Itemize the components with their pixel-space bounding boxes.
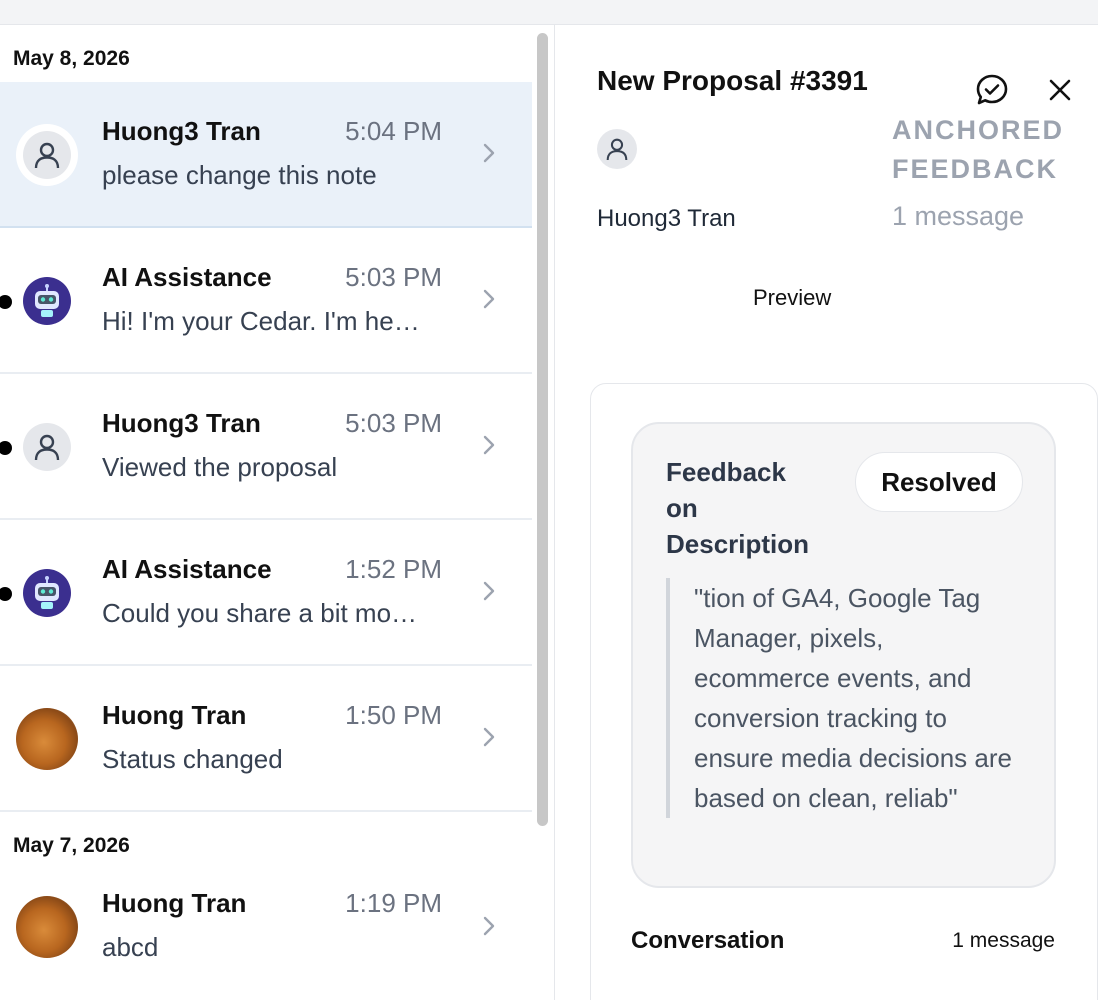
conversation-time: 1:19 PM <box>345 888 442 918</box>
date-header: May 8, 2026 <box>13 47 130 70</box>
conversation-name: Huong Tran <box>102 700 247 730</box>
chevron-right-icon <box>483 581 495 601</box>
user-avatar <box>23 423 71 471</box>
preview-link[interactable]: Preview <box>753 285 831 311</box>
close-button[interactable] <box>1040 70 1080 110</box>
chevron-right-icon <box>483 289 495 309</box>
robot-icon <box>35 284 59 317</box>
conversation-row[interactable]: Huong Tran 1:50 PM Status changed <box>0 666 532 812</box>
conversation-count: 1 message <box>952 929 1055 952</box>
ai-avatar <box>23 277 71 325</box>
feedback-detail-panel: New Proposal #3391 Huong3 Tran ANCHORED … <box>555 25 1098 1000</box>
conversation-time: 5:03 PM <box>345 262 442 292</box>
conversation-time: 1:50 PM <box>345 700 442 730</box>
unread-dot <box>0 295 12 309</box>
conversation-preview: please change this note <box>102 160 377 190</box>
user-icon <box>606 138 628 161</box>
conversation-name: Huong3 Tran <box>102 408 261 438</box>
author-name: Huong3 Tran <box>597 205 736 232</box>
unread-dot <box>0 441 12 455</box>
feedback-box: Feedback on Description Resolved "tion o… <box>631 422 1056 888</box>
chat-check-icon <box>976 74 1008 105</box>
conversation-name: Huong3 Tran <box>102 116 261 146</box>
anchored-quote: "tion of GA4, Google Tag Manager, pixels… <box>666 578 1026 818</box>
chevron-right-icon <box>483 916 495 936</box>
conversation-preview: abcd <box>102 932 159 962</box>
conversation-list: May 8, 2026 Huong3 Tran 5:04 PM please c… <box>0 25 532 1000</box>
anchored-feedback-label: ANCHORED FEEDBACK <box>892 115 1065 184</box>
conversation-row[interactable]: AI Assistance 1:52 PM Could you share a … <box>0 520 532 666</box>
conversation-time: 5:03 PM <box>345 408 442 438</box>
resolved-status-badge[interactable]: Resolved <box>855 452 1023 512</box>
user-avatar <box>23 131 71 179</box>
chevron-right-icon <box>483 727 495 747</box>
feedback-title: Feedback on Description <box>666 457 810 559</box>
top-bar <box>0 0 1098 25</box>
conversation-name: AI Assistance <box>102 262 272 292</box>
conversation-time: 1:52 PM <box>345 554 442 584</box>
conversation-name: Huong Tran <box>102 888 247 918</box>
chevron-right-icon <box>483 435 495 455</box>
unread-dot <box>0 587 12 601</box>
message-count: 1 message <box>892 201 1025 231</box>
close-icon <box>1049 79 1071 101</box>
user-icon <box>34 142 60 169</box>
photo-avatar <box>16 708 78 770</box>
conversation-row[interactable]: Huong3 Tran 5:03 PM Viewed the proposal <box>0 374 532 520</box>
proposal-title: New Proposal #3391 <box>597 65 868 96</box>
conversation-row[interactable]: Huong Tran 1:19 PM abcd <box>0 868 532 1000</box>
robot-icon <box>35 576 59 609</box>
conversation-preview: Could you share a bit mo… <box>102 598 418 628</box>
resolve-button[interactable] <box>972 70 1012 110</box>
conversation-label: Conversation <box>631 927 785 954</box>
conversation-row[interactable]: AI Assistance 5:03 PM Hi! I'm your Cedar… <box>0 228 532 374</box>
conversation-preview: Viewed the proposal <box>102 452 338 482</box>
chevron-right-icon <box>483 143 495 163</box>
user-icon <box>34 434 60 461</box>
scrollbar[interactable] <box>537 33 548 826</box>
conversation-preview: Status changed <box>102 744 283 774</box>
conversation-row[interactable]: Huong3 Tran 5:04 PM please change this n… <box>0 82 532 228</box>
author-avatar <box>597 129 637 169</box>
conversation-time: 5:04 PM <box>345 116 442 146</box>
ai-avatar <box>23 569 71 617</box>
feedback-card: Feedback on Description Resolved "tion o… <box>590 383 1098 1000</box>
conversation-name: AI Assistance <box>102 554 272 584</box>
photo-avatar <box>16 896 78 958</box>
conversation-preview: Hi! I'm your Cedar. I'm he… <box>102 306 420 336</box>
date-header: May 7, 2026 <box>13 834 130 857</box>
